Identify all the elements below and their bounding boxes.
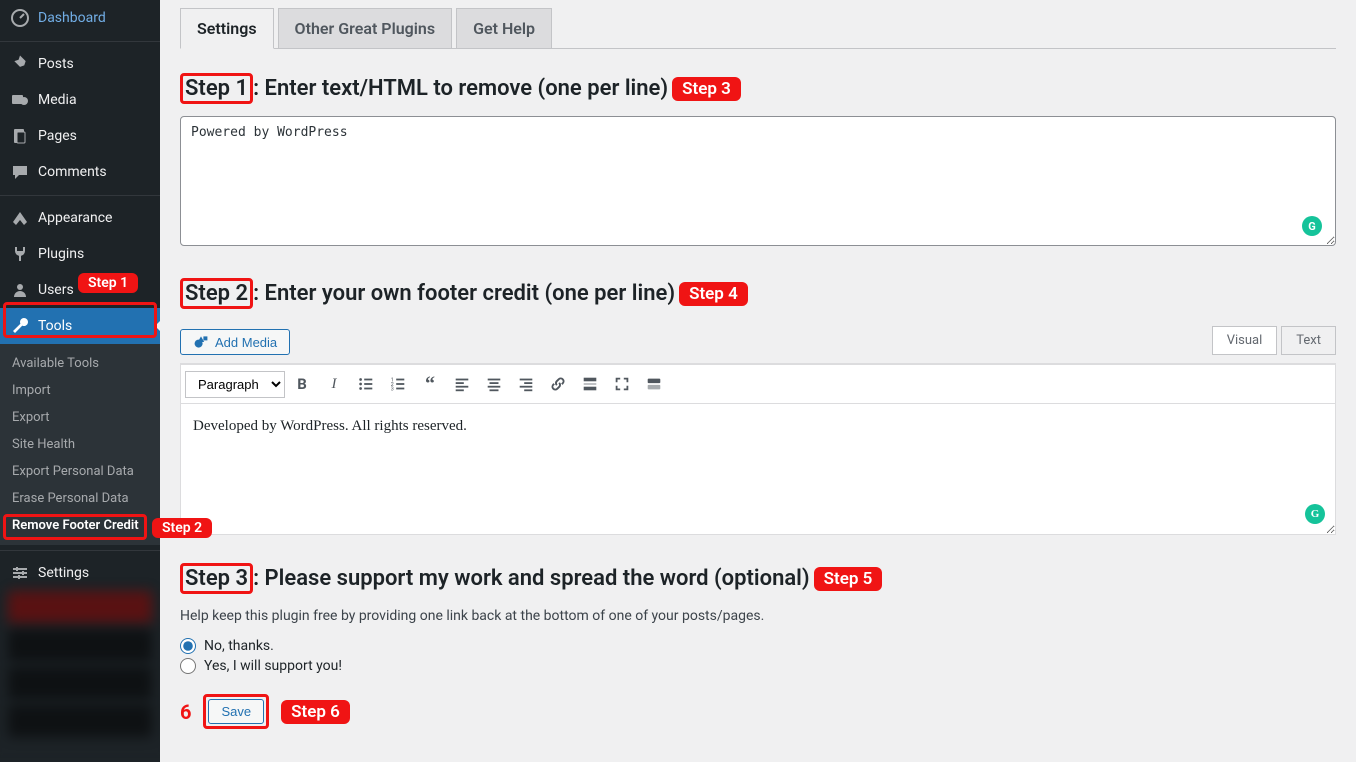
- annotation-step3-box: Step 3: [180, 563, 253, 594]
- bullet-list-button[interactable]: [351, 369, 381, 399]
- menu-dashboard[interactable]: Dashboard: [0, 0, 160, 36]
- editor-text: Developed by WordPress. All rights reser…: [193, 418, 467, 434]
- tab-settings[interactable]: Settings: [180, 8, 274, 49]
- menu-media[interactable]: Media: [0, 82, 160, 118]
- align-left-button[interactable]: [447, 369, 477, 399]
- blockquote-button[interactable]: “: [415, 369, 445, 399]
- menu-label: Settings: [38, 565, 89, 581]
- bold-button[interactable]: B: [287, 369, 317, 399]
- editor-tab-text[interactable]: Text: [1281, 326, 1336, 355]
- annotation-step2-box: Step 2: [180, 278, 253, 309]
- annotation-badge-step2: Step 2: [152, 518, 212, 538]
- menu-label: Users: [38, 282, 74, 298]
- svg-text:3: 3: [391, 386, 394, 392]
- radio-no-label: No, thanks.: [204, 638, 274, 654]
- radio-yes-support[interactable]: Yes, I will support you!: [180, 658, 1336, 674]
- editor-toolbar: Paragraph B I 123 “: [181, 364, 1335, 404]
- support-help-text: Help keep this plugin free by providing …: [180, 608, 1336, 624]
- annotation-badge-step1: Step 1: [78, 273, 138, 293]
- submenu-site-health[interactable]: Site Health: [0, 431, 160, 458]
- menu-label: Dashboard: [38, 10, 106, 26]
- radio-yes-label: Yes, I will support you!: [204, 658, 342, 674]
- submenu-available-tools[interactable]: Available Tools: [0, 350, 160, 377]
- align-right-button[interactable]: [511, 369, 541, 399]
- readmore-button[interactable]: [575, 369, 605, 399]
- number-list-button[interactable]: 123: [383, 369, 413, 399]
- admin-sidebar: Dashboard Posts Media Pages Comments App…: [0, 0, 160, 762]
- menu-tools[interactable]: Tools: [0, 308, 160, 344]
- format-select[interactable]: Paragraph: [185, 371, 285, 398]
- pages-icon: [10, 126, 30, 146]
- tools-icon: [10, 316, 30, 336]
- annotation-badge-step6: Step 6: [281, 700, 350, 724]
- media-add-icon: [193, 334, 209, 350]
- radio-no-thanks[interactable]: No, thanks.: [180, 638, 1336, 654]
- submenu-erase-personal[interactable]: Erase Personal Data: [0, 485, 160, 512]
- menu-label: Posts: [38, 56, 74, 72]
- menu-label: Media: [38, 92, 77, 108]
- tab-other-plugins[interactable]: Other Great Plugins: [278, 8, 453, 49]
- link-button[interactable]: [543, 369, 573, 399]
- submenu-remove-footer-credit[interactable]: Remove Footer Credit: [0, 512, 160, 539]
- menu-label: Pages: [38, 128, 77, 144]
- annotation-badge-step3: Step 3: [672, 77, 741, 101]
- menu-appearance[interactable]: Appearance: [0, 200, 160, 236]
- menu-plugins[interactable]: Plugins: [0, 236, 160, 272]
- align-center-button[interactable]: [479, 369, 509, 399]
- editor: Paragraph B I 123 “ Developed by WordPre…: [180, 363, 1336, 535]
- section1-title: : Enter text/HTML to remove (one per lin…: [253, 76, 668, 101]
- grammarly-icon[interactable]: G: [1305, 504, 1325, 524]
- menu-label: Tools: [38, 318, 72, 334]
- add-media-button[interactable]: Add Media: [180, 329, 290, 355]
- section1-heading: Step 1 : Enter text/HTML to remove (one …: [180, 73, 1336, 104]
- tools-submenu: Available Tools Import Export Site Healt…: [0, 344, 160, 545]
- editor-tab-visual[interactable]: Visual: [1212, 326, 1278, 355]
- annotation-number-6: 6: [180, 700, 191, 724]
- menu-label: Plugins: [38, 246, 84, 262]
- submenu-import[interactable]: Import: [0, 377, 160, 404]
- nav-tabs: Settings Other Great Plugins Get Help: [180, 8, 1336, 49]
- section2-title: : Enter your own footer credit (one per …: [253, 281, 675, 306]
- users-icon: [10, 280, 30, 300]
- menu-posts[interactable]: Posts: [0, 46, 160, 82]
- settings-icon: [10, 563, 30, 583]
- italic-button[interactable]: I: [319, 369, 349, 399]
- blurred-area: [0, 585, 160, 755]
- pin-icon: [10, 54, 30, 74]
- editor-content[interactable]: Developed by WordPress. All rights reser…: [181, 404, 1335, 534]
- annotation-badge-step5: Step 5: [814, 567, 883, 591]
- editor-tabs: Visual Text: [1212, 326, 1336, 355]
- comments-icon: [10, 162, 30, 182]
- section3-title: : Please support my work and spread the …: [253, 566, 810, 591]
- section2-heading: Step 2 : Enter your own footer credit (o…: [180, 278, 1336, 309]
- menu-pages[interactable]: Pages: [0, 118, 160, 154]
- annotation-step1-box: Step 1: [180, 73, 253, 104]
- add-media-label: Add Media: [215, 335, 277, 350]
- save-row: 6 Save Step 6: [180, 694, 1336, 729]
- dashboard-icon: [10, 8, 30, 28]
- menu-label: Comments: [38, 164, 107, 180]
- plugin-icon: [10, 244, 30, 264]
- save-button[interactable]: Save: [208, 699, 264, 724]
- toolbar-toggle-button[interactable]: [639, 369, 669, 399]
- appearance-icon: [10, 208, 30, 228]
- media-icon: [10, 90, 30, 110]
- annotation-save-box: Save: [203, 694, 269, 729]
- remove-text-textarea[interactable]: Powered by WordPress: [180, 116, 1336, 246]
- grammarly-icon[interactable]: G: [1302, 216, 1322, 236]
- submenu-export-personal[interactable]: Export Personal Data: [0, 458, 160, 485]
- submenu-export[interactable]: Export: [0, 404, 160, 431]
- annotation-badge-step4: Step 4: [679, 282, 748, 306]
- tab-get-help[interactable]: Get Help: [456, 8, 552, 49]
- main-content: Settings Other Great Plugins Get Help St…: [160, 0, 1356, 762]
- fullscreen-button[interactable]: [607, 369, 637, 399]
- radio-no-input[interactable]: [180, 638, 196, 654]
- menu-label: Appearance: [38, 210, 112, 226]
- menu-comments[interactable]: Comments: [0, 154, 160, 190]
- section3-heading: Step 3 : Please support my work and spre…: [180, 563, 1336, 594]
- radio-yes-input[interactable]: [180, 658, 196, 674]
